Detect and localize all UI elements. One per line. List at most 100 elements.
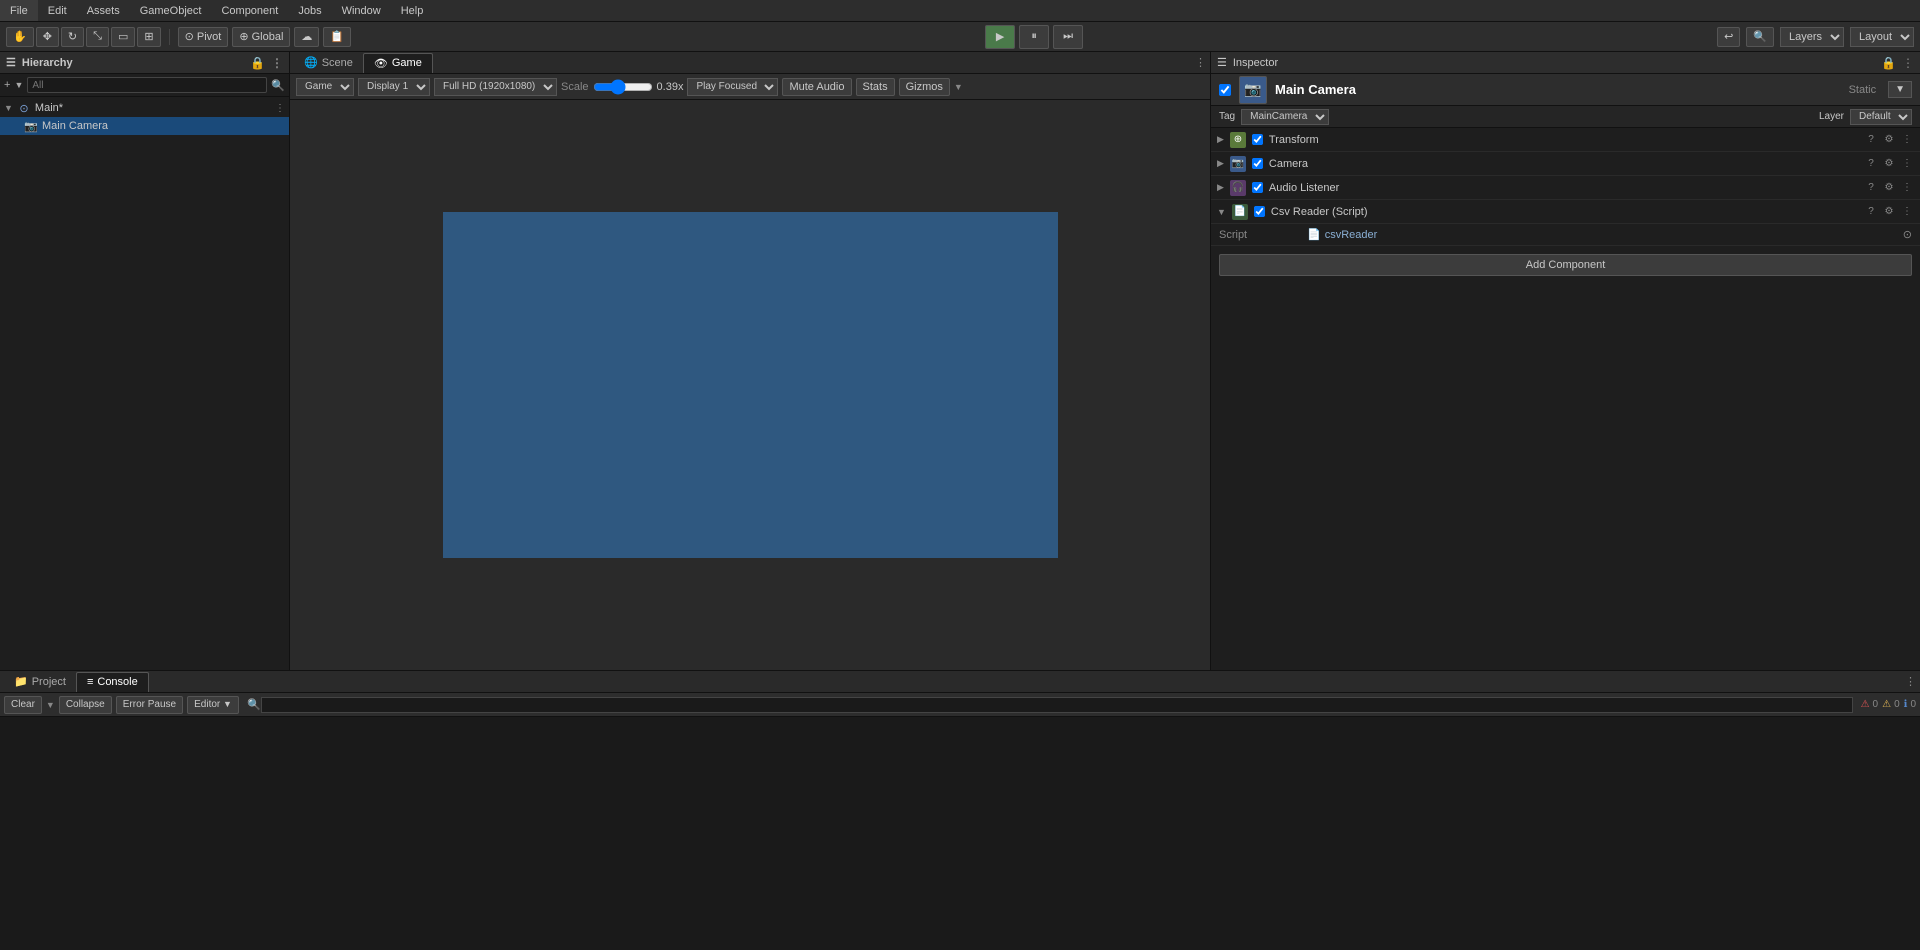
camera-settings-icon[interactable]: ⚙ [1882,157,1896,171]
menu-assets[interactable]: Assets [77,0,130,21]
component-audio[interactable]: ▶ 🎧 Audio Listener ? ⚙ ⋮ [1211,176,1920,200]
menu-help[interactable]: Help [391,0,434,21]
pivot-btn[interactable]: ⊙ Pivot [178,27,229,47]
editor-chevron-icon: ▼ [223,699,232,709]
transform-more-icon[interactable]: ⋮ [1900,133,1914,147]
inspector-lock-icon[interactable]: 🔒 [1881,56,1896,70]
hierarchy-menu-icon[interactable]: ☰ [6,56,16,69]
script-enabled-check[interactable] [1254,206,1265,217]
audio-settings-icon[interactable]: ⚙ [1882,181,1896,195]
collapse-button[interactable]: Collapse [59,696,112,714]
hierarchy-search-input[interactable] [27,77,267,93]
static-button[interactable]: ▼ [1888,81,1912,98]
main-chevron-icon: ▼ [4,103,13,113]
component-script[interactable]: ▼ 📄 Csv Reader (Script) ? ⚙ ⋮ [1211,200,1920,224]
undo-btn[interactable]: ↩ [1717,27,1740,47]
play-focused-dropdown[interactable]: Play Focused [687,78,778,96]
bottom-more-icon[interactable]: ⋮ [1905,675,1916,688]
add-component-button[interactable]: Add Component [1219,254,1912,276]
pause-button[interactable]: ⏸ [1019,25,1049,49]
global-btn[interactable]: ⊕ Global [232,27,290,47]
game-tabs: 🌐 Scene 👁 Game ⋮ [290,52,1210,74]
hierarchy-item-main[interactable]: ▼ ⊙ Main* ⋮ [0,99,289,117]
resolution-dropdown[interactable]: Full HD (1920x1080) [434,78,557,96]
collab-btn[interactable]: 📋 [323,27,351,47]
clear-dropdown-icon[interactable]: ▼ [46,700,55,710]
component-transform[interactable]: ▶ ⊕ Transform ? ⚙ ⋮ [1211,128,1920,152]
hierarchy-lock-icon[interactable]: 🔒 [250,56,265,70]
transform-enabled-check[interactable] [1252,134,1263,145]
menu-window[interactable]: Window [332,0,391,21]
toolbar-right: ↩ 🔍 Layers Layout [1717,27,1914,47]
console-search-icon: 🔍 [247,698,261,711]
scene-tab-icon: 🌐 [304,56,318,69]
add-icon[interactable]: + [4,79,10,91]
transform-settings-icon[interactable]: ⚙ [1882,133,1896,147]
stats-btn[interactable]: Stats [856,78,895,96]
audio-help-icon[interactable]: ? [1864,181,1878,195]
audio-chevron-icon: ▶ [1217,182,1224,193]
script-more-icon[interactable]: ⋮ [1900,205,1914,219]
camera-help-icon[interactable]: ? [1864,157,1878,171]
tab-game[interactable]: 👁 Game [363,53,433,73]
hierarchy-header: ☰ Hierarchy 🔒 ⋮ [0,52,289,74]
object-preview-icon: 📷 [1239,76,1267,104]
inspector-more-icon[interactable]: ⋮ [1902,56,1914,70]
menu-file[interactable]: File [0,0,38,21]
menu-jobs[interactable]: Jobs [288,0,331,21]
layers-dropdown[interactable]: Layers [1780,27,1844,47]
transform-tool-btn[interactable]: ⊞ [137,27,160,47]
audio-enabled-check[interactable] [1252,182,1263,193]
object-enabled-checkbox[interactable] [1219,84,1231,96]
game-view-more-icon[interactable]: ⋮ [1195,56,1206,69]
tab-project[interactable]: 📁 Project [4,672,76,692]
editor-button[interactable]: Editor ▼ [187,696,239,714]
clear-button[interactable]: Clear [4,696,42,714]
step-button[interactable]: ⏭ [1053,25,1083,49]
tab-console[interactable]: ≡ Console [76,672,149,692]
gizmos-btn[interactable]: Gizmos [899,78,950,96]
rotate-tool-btn[interactable]: ↻ [61,27,84,47]
layout-dropdown[interactable]: Layout [1850,27,1914,47]
script-help-icon[interactable]: ? [1864,205,1878,219]
tag-row: Tag MainCamera Layer Default [1211,106,1920,128]
display1-dropdown[interactable]: Display 1 [358,78,430,96]
add-chevron[interactable]: ▼ [14,80,23,90]
audio-more-icon[interactable]: ⋮ [1900,181,1914,195]
play-button[interactable]: ▶ [985,25,1015,49]
script-property-value[interactable]: 📄 csvReader [1307,228,1377,241]
menu-component[interactable]: Component [211,0,288,21]
scale-tool-btn[interactable]: ⤡ [86,27,109,47]
inspector-menu-icon[interactable]: ☰ [1217,56,1227,69]
game-dropdown[interactable]: Game [296,78,354,96]
rect-tool-btn[interactable]: ▭ [111,27,135,47]
hierarchy-item-camera[interactable]: 📷 Main Camera [0,117,289,135]
move-tool-btn[interactable]: ✥ [36,27,59,47]
search-btn[interactable]: 🔍 [1746,27,1774,47]
hierarchy-more-icon[interactable]: ⋮ [271,56,283,70]
error-pause-button[interactable]: Error Pause [116,696,183,714]
main-more-icon[interactable]: ⋮ [275,103,285,114]
audio-name: Audio Listener [1269,182,1858,194]
tag-dropdown[interactable]: MainCamera [1241,109,1329,125]
scale-slider[interactable] [593,80,653,94]
console-search-input[interactable] [261,697,1853,713]
cloud-btn[interactable]: ☁ [294,27,319,47]
script-circle-icon[interactable]: ⊙ [1903,228,1912,241]
tab-scene[interactable]: 🌐 Scene [294,53,363,73]
gizmos-chevron-icon[interactable]: ▼ [954,82,963,92]
hand-tool-btn[interactable]: ✋ [6,27,34,47]
camera-enabled-check[interactable] [1252,158,1263,169]
main-content: ☰ Hierarchy 🔒 ⋮ + ▼ 🔍 ▼ ⊙ Main* ⋮ 📷 Main… [0,52,1920,670]
scene-tab-label: Scene [322,57,353,69]
camera-more-icon[interactable]: ⋮ [1900,157,1914,171]
script-settings-icon[interactable]: ⚙ [1882,205,1896,219]
layer-dropdown[interactable]: Default [1850,109,1912,125]
menu-gameobject[interactable]: GameObject [130,0,212,21]
camera-obj-icon: 📷 [24,119,38,133]
transform-help-icon[interactable]: ? [1864,133,1878,147]
menu-edit[interactable]: Edit [38,0,77,21]
hierarchy-search-icon[interactable]: 🔍 [271,79,285,92]
mute-audio-btn[interactable]: Mute Audio [782,78,851,96]
component-camera[interactable]: ▶ 📷 Camera ? ⚙ ⋮ [1211,152,1920,176]
